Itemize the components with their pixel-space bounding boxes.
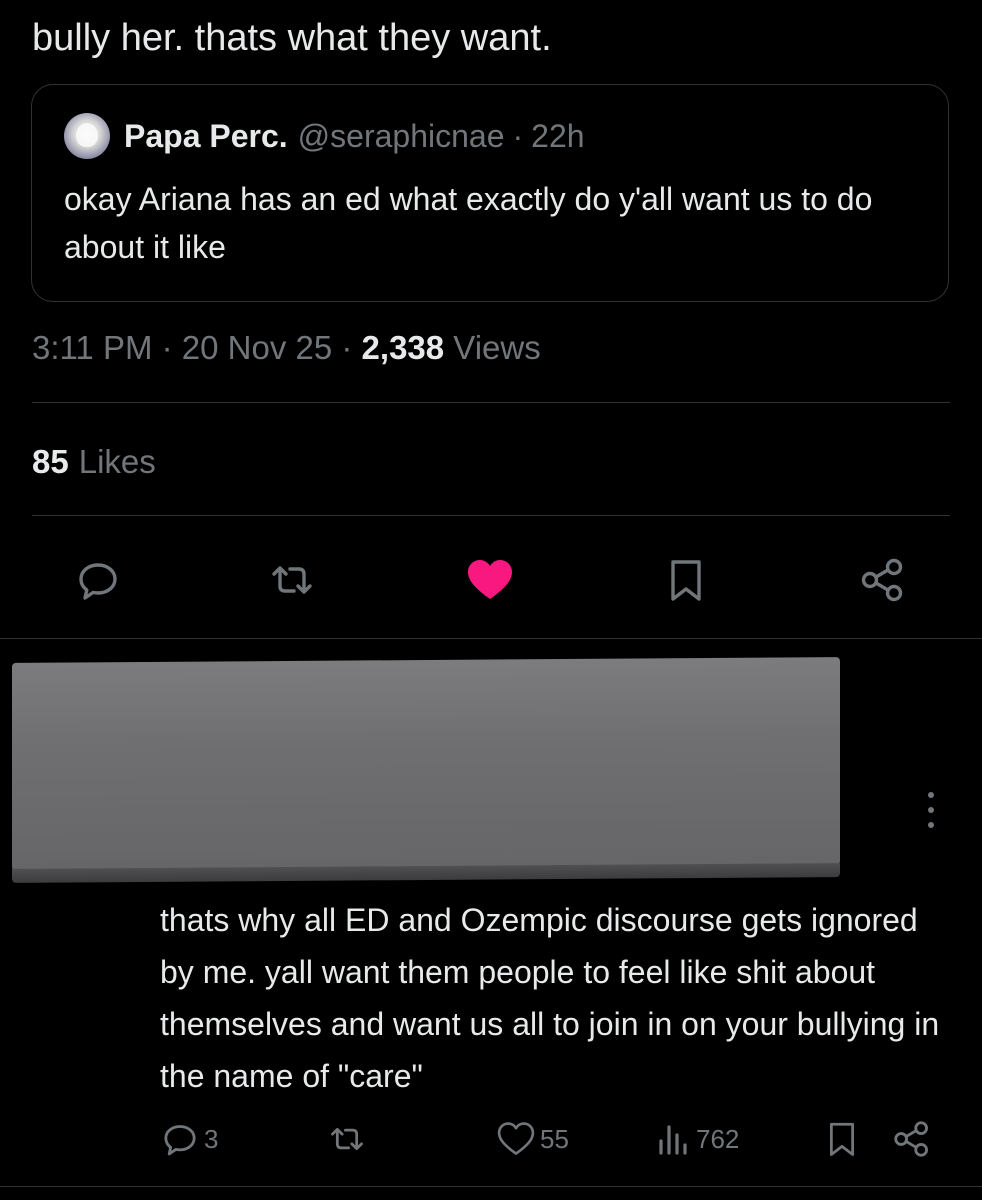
redaction-block [12,657,840,871]
more-options-icon[interactable] [916,788,946,832]
bookmark-icon [671,560,701,601]
reply-button[interactable] [72,554,124,606]
like-button[interactable] [464,554,516,606]
views-count[interactable]: 2,338 [362,329,445,366]
tweet-text: bully her. thats what they want. [32,17,552,59]
reply-like-button[interactable]: 55 [496,1118,569,1160]
repost-button[interactable] [266,554,318,606]
separator-dot: · [512,117,524,154]
likes-label: Likes [78,443,156,480]
like-count: 55 [540,1123,569,1154]
reply-icon [79,563,117,600]
reply-share-button[interactable] [892,1118,932,1160]
tweet-action-bar [0,548,982,612]
quoted-tweet-time[interactable]: 22h [531,118,584,155]
share-icon [861,558,903,602]
reply-action-bar: 3 55 762 [0,1114,982,1164]
tweet-date[interactable]: 20 Nov 25 [182,329,332,366]
reply-reply-button[interactable]: 3 [160,1118,218,1160]
dot [928,807,934,813]
repost-icon [331,1127,363,1151]
views-count: 762 [696,1123,740,1154]
divider [32,402,950,403]
quoted-tweet-text: okay Ariana has an ed what exactly do y'… [64,181,873,265]
reply-bookmark-button[interactable] [824,1118,860,1160]
tweet-timestamp[interactable]: 3:11 PM [32,329,152,366]
analytics-icon [659,1125,687,1155]
share-button[interactable] [857,554,909,606]
separator-dot: · [332,329,362,366]
quoted-author-handle[interactable]: @seraphicnae [298,118,505,155]
divider [32,515,950,516]
quoted-tweet-header: Papa Perc. @seraphicnae · 22h [64,111,585,161]
reply-views-button[interactable]: 762 [656,1118,739,1160]
bookmark-button[interactable] [660,554,712,606]
avatar[interactable] [64,113,110,159]
quoted-tweet-card[interactable]: Papa Perc. @seraphicnae · 22h okay Arian… [31,84,949,302]
reply-text: thats why all ED and Ozempic discourse g… [160,902,940,1094]
tweet-meta: 3:11 PM · 20 Nov 25 · 2,338 Views [32,326,541,370]
dot [928,822,934,828]
heart-filled-icon [468,560,512,599]
share-icon [894,1121,928,1157]
reply-repost-button[interactable] [326,1118,368,1160]
bookmark-icon [829,1122,855,1156]
divider [0,1186,982,1187]
reply-count: 3 [204,1123,219,1154]
separator-dot: · [152,329,182,366]
likes-count: 85 [32,443,69,480]
divider [0,638,982,639]
dot [928,792,934,798]
quoted-author-name[interactable]: Papa Perc. [124,118,288,155]
reply-icon [164,1125,196,1156]
likes-summary[interactable]: 85 Likes [32,440,156,484]
views-label: Views [444,329,541,366]
heart-outline-icon [497,1122,535,1155]
repost-icon [272,566,312,594]
